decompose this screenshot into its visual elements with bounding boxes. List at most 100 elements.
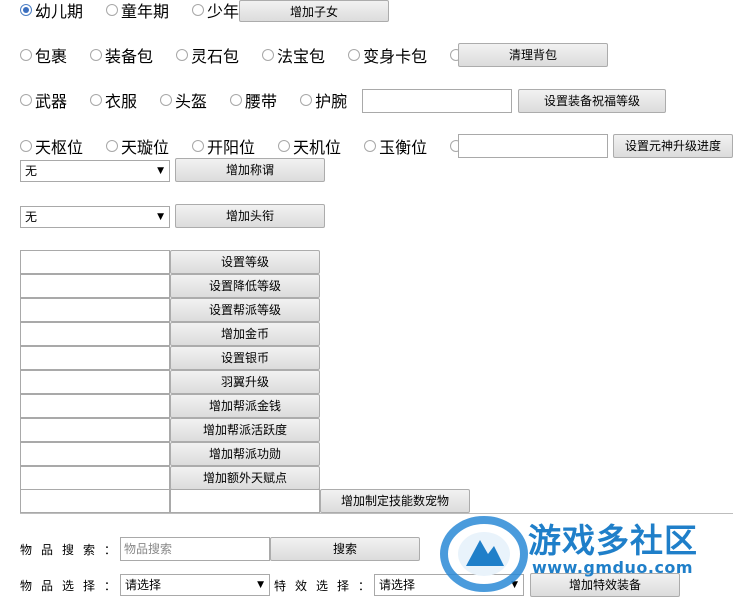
stat-input[interactable]	[20, 322, 170, 346]
spirit-radio-group: 天枢位天璇位开阳位天机位玉衡位天权位	[0, 135, 516, 157]
radio-icon[interactable]	[90, 94, 103, 106]
search-button[interactable]: 搜索	[270, 537, 420, 561]
radio-label: 法宝包	[277, 47, 326, 66]
stat-input[interactable]	[20, 298, 170, 322]
radio-icon[interactable]	[20, 94, 32, 106]
bag-radio-group: 包裹装备包灵石包法宝包变身卡包珍宝包	[0, 44, 516, 66]
radio-icon[interactable]	[20, 4, 32, 16]
pet-skill-input-2[interactable]	[170, 489, 320, 513]
bag-radio-1[interactable]: 装备包	[70, 43, 153, 67]
bag-radio-3[interactable]: 法宝包	[242, 43, 325, 67]
radio-icon[interactable]	[230, 94, 243, 106]
radio-label: 天璇位	[121, 138, 170, 157]
radio-icon[interactable]	[160, 94, 173, 106]
add-rank-button[interactable]: 增加头衔	[175, 204, 325, 228]
stat-input[interactable]	[20, 250, 170, 274]
stat-action-button[interactable]: 增加帮派功勋	[170, 442, 320, 466]
equip-bless-input[interactable]	[362, 89, 512, 113]
radio-label: 变身卡包	[363, 47, 428, 66]
stat-action-button[interactable]: 设置等级	[170, 250, 320, 274]
stat-input[interactable]	[20, 394, 170, 418]
stat-input[interactable]	[20, 418, 170, 442]
radio-icon[interactable]	[300, 94, 313, 106]
item-select[interactable]: 请选择 ▼	[120, 574, 270, 596]
radio-icon[interactable]	[20, 49, 32, 61]
stat-action-button[interactable]: 增加帮派活跃度	[170, 418, 320, 442]
pet-skill-input-1[interactable]	[20, 489, 170, 513]
item-select-value: 请选择	[125, 578, 162, 592]
radio-icon[interactable]	[192, 140, 205, 152]
watermark-name: 游戏多社区	[528, 521, 698, 560]
item-select-label: 物品选择：	[20, 579, 126, 593]
stat-input[interactable]	[20, 370, 170, 394]
item-search-label: 物品搜索：	[20, 543, 126, 557]
add-child-button[interactable]: 增加子女	[239, 0, 389, 22]
equip-radio-2[interactable]: 头盔	[140, 88, 207, 112]
chevron-down-icon: ▼	[157, 212, 164, 222]
radio-icon[interactable]	[106, 140, 119, 152]
equip-radio-0[interactable]: 武器	[0, 88, 67, 112]
spirit-radio-0[interactable]: 天枢位	[0, 134, 83, 158]
effect-select-value: 请选择	[379, 578, 416, 592]
equip-radio-3[interactable]: 腰带	[210, 88, 277, 112]
title-select-value: 无	[25, 164, 38, 178]
chevron-down-icon: ▼	[157, 166, 164, 176]
radio-icon[interactable]	[192, 4, 205, 16]
effect-select-label: 特效选择：	[274, 579, 380, 593]
radio-label: 天枢位	[35, 138, 84, 157]
spirit-button[interactable]: 设置元神升级进度	[613, 134, 733, 158]
radio-icon[interactable]	[106, 4, 119, 16]
stat-action-button[interactable]: 设置银币	[170, 346, 320, 370]
radio-label: 装备包	[105, 47, 154, 66]
radio-icon[interactable]	[278, 140, 291, 152]
stat-action-button[interactable]: 增加金币	[170, 322, 320, 346]
spirit-radio-2[interactable]: 开阳位	[172, 134, 255, 158]
rank-select-value: 无	[25, 210, 38, 224]
spirit-radio-1[interactable]: 天璇位	[86, 134, 169, 158]
radio-label: 玉衡位	[379, 138, 428, 157]
stat-action-button[interactable]: 羽翼升级	[170, 370, 320, 394]
radio-label: 武器	[35, 92, 68, 111]
spirit-radio-4[interactable]: 玉衡位	[344, 134, 427, 158]
stat-input[interactable]	[20, 346, 170, 370]
age-radio-1[interactable]: 童年期	[86, 0, 169, 22]
equip-bless-button[interactable]: 设置装备祝福等级	[518, 89, 666, 113]
radio-label: 幼儿期	[35, 2, 84, 21]
radio-label: 天机位	[293, 138, 342, 157]
bag-radio-4[interactable]: 变身卡包	[328, 43, 427, 67]
bag-radio-0[interactable]: 包裹	[0, 43, 67, 67]
radio-icon[interactable]	[176, 49, 189, 61]
radio-icon[interactable]	[364, 140, 377, 152]
spirit-input[interactable]	[458, 134, 608, 158]
title-select[interactable]: 无 ▼	[20, 160, 170, 182]
radio-label: 童年期	[121, 2, 170, 21]
bag-radio-2[interactable]: 灵石包	[156, 43, 239, 67]
item-search-input[interactable]: 物品搜索	[120, 537, 270, 561]
equip-radio-group: 武器衣服头盔腰带护腕鞋子	[0, 89, 420, 111]
radio-icon[interactable]	[348, 49, 361, 61]
stat-input[interactable]	[20, 274, 170, 298]
equip-radio-1[interactable]: 衣服	[70, 88, 137, 112]
stat-action-button[interactable]: 增加帮派金钱	[170, 394, 320, 418]
radio-icon[interactable]	[90, 49, 103, 61]
radio-icon[interactable]	[20, 140, 32, 152]
equip-radio-4[interactable]: 护腕	[280, 88, 347, 112]
stat-input[interactable]	[20, 466, 170, 490]
stat-action-button[interactable]: 设置降低等级	[170, 274, 320, 298]
watermark-url: www.gmduo.com	[532, 558, 694, 577]
clear-bag-button[interactable]: 清理背包	[458, 43, 608, 67]
stat-action-button[interactable]: 设置帮派等级	[170, 298, 320, 322]
stat-input[interactable]	[20, 442, 170, 466]
radio-label: 护腕	[315, 92, 348, 111]
add-title-button[interactable]: 增加称谓	[175, 158, 325, 182]
radio-label: 腰带	[245, 92, 278, 111]
stat-action-button[interactable]: 增加额外天赋点	[170, 466, 320, 490]
radio-icon[interactable]	[262, 49, 275, 61]
spirit-radio-3[interactable]: 天机位	[258, 134, 341, 158]
radio-label: 包裹	[35, 47, 68, 66]
radio-label: 衣服	[105, 92, 138, 111]
radio-label: 开阳位	[207, 138, 256, 157]
rank-select[interactable]: 无 ▼	[20, 206, 170, 228]
age-radio-0[interactable]: 幼儿期	[0, 0, 83, 22]
item-search-placeholder: 物品搜索	[124, 542, 173, 556]
